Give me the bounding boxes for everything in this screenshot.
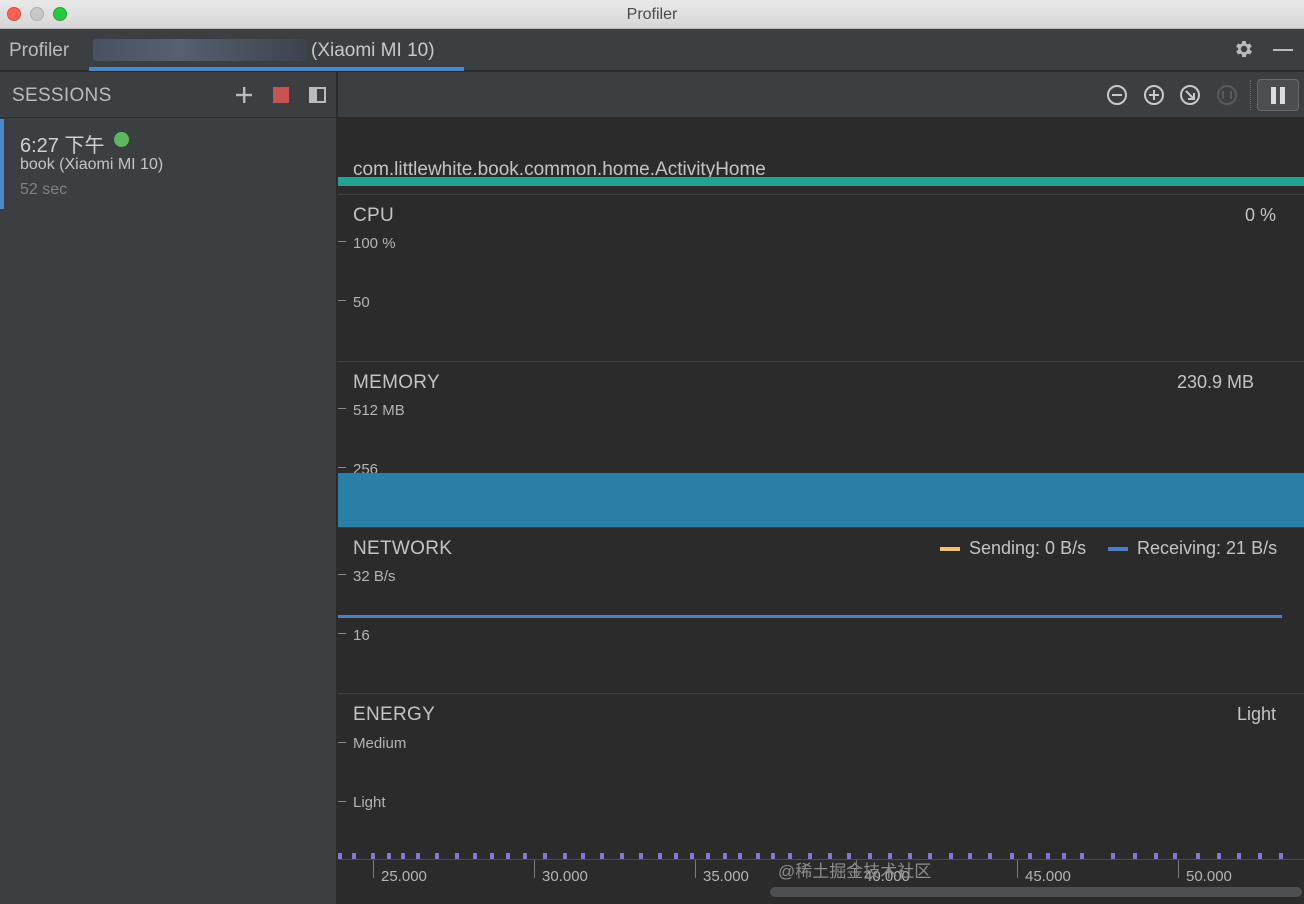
cpu-title: CPU [353, 205, 395, 226]
profiler-timeline: com.littlewhite.book.common.home.Activit… [338, 119, 1304, 904]
memory-axis-max: 512 MB [353, 402, 405, 419]
cpu-value: 0 % [1244, 205, 1276, 225]
session-selected-indicator [0, 119, 4, 209]
stop-session-icon[interactable] [273, 87, 289, 103]
time-axis-label: 25.000 [381, 868, 427, 885]
axis-tick [338, 467, 346, 468]
axis-tick [338, 574, 346, 575]
sending-legend-label: Sending: 0 B/s [969, 538, 1087, 558]
memory-usage-area [338, 473, 1304, 528]
time-axis-tick [373, 860, 374, 878]
network-monitor[interactable]: NETWORK Sending: 0 B/s Receiving: 21 B/s… [338, 527, 1304, 693]
sessions-panel: SESSIONS 6:27 下午 book (Xiaomi MI 10) 52 … [0, 72, 337, 904]
session-name: book (Xiaomi MI 10) [20, 156, 164, 173]
sending-legend-swatch [940, 547, 960, 551]
pause-button[interactable] [1257, 79, 1299, 111]
device-tab[interactable]: (Xiaomi MI 10) [89, 29, 464, 71]
receiving-line [338, 615, 1282, 618]
hide-toolwindow-icon[interactable] [1273, 49, 1293, 51]
memory-title: MEMORY [353, 372, 440, 393]
session-live-indicator [114, 132, 129, 147]
zoom-out-icon[interactable] [1106, 84, 1128, 106]
energy-value: Light [1236, 704, 1276, 724]
reset-zoom-icon[interactable] [1179, 84, 1201, 106]
network-axis-mid: 16 [353, 627, 370, 644]
toolwindow-title: Profiler [9, 40, 70, 61]
energy-axis-min: Light [353, 794, 386, 811]
watermark: @稀土掘金技术社区 [778, 862, 932, 881]
axis-tick [338, 300, 346, 301]
time-axis-label: 30.000 [542, 868, 588, 885]
axis-tick [338, 801, 346, 802]
time-axis-tick [695, 860, 696, 878]
time-axis-label: 35.000 [703, 868, 749, 885]
axis-tick [338, 742, 346, 743]
memory-monitor[interactable]: MEMORY 230.9 MB 512 MB 256 [338, 361, 1304, 528]
collapse-panel-icon[interactable] [309, 87, 326, 103]
receiving-legend-label: Receiving: 21 B/s [1137, 538, 1278, 558]
session-time: 6:27 下午 [20, 135, 105, 157]
axis-tick [338, 633, 346, 634]
window-titlebar: Profiler [0, 0, 1304, 29]
zoom-in-icon[interactable] [1143, 84, 1165, 106]
zoom-to-selection-icon[interactable] [1216, 84, 1238, 106]
activity-bar[interactable] [338, 177, 1304, 186]
profiler-header: Profiler (Xiaomi MI 10) [0, 29, 1304, 71]
energy-axis-max: Medium [353, 735, 407, 752]
cpu-axis-max: 100 % [353, 235, 396, 252]
cpu-axis-mid: 50 [353, 294, 370, 311]
add-session-icon[interactable] [234, 85, 254, 105]
timeline-toolbar [338, 72, 1304, 118]
timeline-scrollbar[interactable] [770, 887, 1302, 897]
network-title: NETWORK [353, 538, 453, 559]
axis-tick [338, 241, 346, 242]
sessions-title: SESSIONS [12, 85, 112, 106]
axis-tick [338, 408, 346, 409]
toolbar-separator [1250, 80, 1251, 110]
window-title: Profiler [626, 6, 678, 23]
energy-title: ENERGY [353, 704, 436, 725]
time-axis-label: 45.000 [1025, 868, 1071, 885]
time-axis-tick [1017, 860, 1018, 878]
device-label: (Xiaomi MI 10) [311, 40, 435, 61]
tab-selected-indicator [89, 67, 464, 71]
redacted-device-name [93, 39, 307, 61]
network-axis-max: 32 B/s [353, 568, 396, 585]
gear-icon[interactable] [1233, 38, 1255, 60]
receiving-legend-swatch [1108, 547, 1128, 551]
session-duration: 52 sec [20, 181, 68, 198]
time-axis-label: 50.000 [1186, 868, 1232, 885]
time-axis-tick [534, 860, 535, 878]
energy-monitor[interactable]: ENERGY Light Medium Light [338, 693, 1304, 859]
sessions-header: SESSIONS [0, 72, 337, 118]
memory-value: 230.9 MB [1176, 372, 1254, 392]
time-axis-tick [1178, 860, 1179, 878]
session-item[interactable]: 6:27 下午 book (Xiaomi MI 10) 52 sec [0, 119, 337, 209]
cpu-monitor[interactable]: CPU 0 % 100 % 50 [338, 194, 1304, 361]
